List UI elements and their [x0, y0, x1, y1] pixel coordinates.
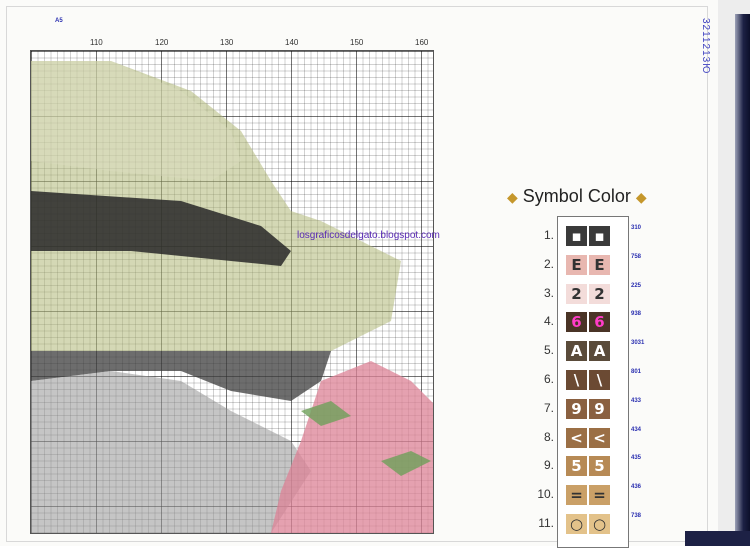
legend-row: 2. E E 758 [544, 252, 641, 280]
floss-code: 225 [631, 282, 642, 289]
swatch-symbol: 9 [589, 398, 610, 419]
color-swatch: = = [565, 484, 611, 506]
swatch-symbol: ○ [566, 514, 587, 534]
floss-code: 310 [631, 225, 642, 231]
color-swatch: ○ ○ [565, 513, 611, 535]
swatch-symbol: \ [566, 370, 587, 390]
binding-corner [685, 531, 750, 546]
legend-number: 6. [543, 372, 554, 386]
legend-row: 9. 5 5 435 [544, 453, 641, 481]
swatch-symbol: E [589, 254, 610, 275]
swatch-symbol: ▪ [566, 226, 587, 246]
watermark-link[interactable]: losgraficosdelgato.blogspot.com [297, 230, 440, 241]
swatch-symbol: ▪ [589, 226, 610, 246]
legend-number: 4. [543, 314, 554, 329]
legend-number: 8. [543, 429, 554, 444]
pattern-artwork [31, 61, 433, 533]
swatch-symbol: < [566, 427, 587, 448]
swatch-symbol: ○ [589, 514, 610, 534]
legend-row: 4. 6 6 938 [544, 309, 641, 337]
swatch-symbol: 5 [566, 456, 587, 477]
floss-code: 3031 [631, 340, 645, 347]
legend-row: 6. \ \ 801 [544, 367, 641, 395]
legend-number: 10. [537, 487, 554, 502]
legend-number: 7. [543, 400, 554, 415]
legend-title-text: Symbol Color [522, 186, 631, 206]
legend-row: 11. ○ ○ 738 [538, 511, 641, 539]
vertical-code: 3211213Ю [700, 18, 711, 75]
floss-code: 738 [631, 513, 642, 519]
swatch-symbol: E [566, 254, 587, 275]
legend-number: 1. [543, 228, 554, 242]
column-label: 140 [285, 38, 299, 47]
swatch-symbol: 5 [589, 456, 610, 477]
swatch-symbol: 2 [589, 283, 610, 304]
symbol-legend: 1. ▪ ▪ 310 2. E E 758 3. 2 2 225 4. 6 6 938 5. A A 3031 6. \ \… [537, 216, 644, 548]
legend-row: 8. < <434 [544, 425, 641, 453]
color-swatch: 55 [565, 455, 611, 477]
color-swatch: EE [565, 254, 611, 276]
column-label: 160 [415, 38, 429, 47]
legend-row: 10. = = 436 [537, 482, 641, 510]
floss-code: 436 [631, 484, 642, 491]
floss-code: 801 [631, 369, 642, 375]
legend-number: 5. [543, 343, 554, 358]
swatch-symbol: A [589, 341, 610, 362]
swatch-symbol: 2 [566, 283, 587, 304]
column-label: 130 [220, 38, 234, 47]
diamond-icon: ◆ [635, 189, 647, 205]
hat-top-region [31, 61, 241, 181]
legend-row: 7. 9 9 433 [544, 396, 641, 424]
color-swatch: 66 [565, 311, 611, 333]
floss-code: 433 [631, 397, 642, 404]
color-swatch: 22 [565, 283, 611, 305]
column-label: 150 [350, 38, 364, 47]
legend-number: 11. [538, 516, 554, 530]
color-swatch: AA [565, 340, 611, 362]
color-swatch: 99 [565, 398, 611, 420]
legend-number: 3. [543, 285, 554, 300]
color-swatch: ▪ ▪ [565, 225, 611, 247]
column-label: 120 [155, 38, 169, 47]
swatch-symbol: < [589, 427, 610, 448]
swatch-symbol: \ [589, 370, 610, 390]
floss-code: 435 [631, 455, 642, 462]
swatch-symbol: 6 [566, 312, 587, 333]
legend-title: ◆ Symbol Color ◆ [507, 186, 647, 207]
swatch-symbol: = [566, 485, 587, 506]
color-swatch: < < [565, 427, 611, 449]
diamond-icon: ◆ [507, 189, 518, 205]
legend-row: 3. 2 2 225 [544, 281, 641, 309]
swatch-symbol: 9 [566, 398, 587, 419]
swatch-symbol: A [566, 341, 587, 362]
page-code-top: A5 [55, 18, 63, 24]
floss-code: 758 [631, 253, 642, 260]
swatch-symbol: 6 [589, 312, 610, 333]
swatch-symbol: = [589, 485, 610, 506]
floss-code: 938 [631, 311, 642, 318]
legend-number: 2. [543, 256, 554, 271]
legend-row: 1. ▪ ▪ 310 [544, 223, 641, 251]
binding-edge [735, 14, 750, 546]
floss-code: 434 [631, 426, 642, 433]
cross-stitch-grid [30, 50, 434, 534]
color-swatch: \ \ [565, 369, 611, 391]
legend-number: 9. [543, 458, 554, 473]
legend-row: 5. A A 3031 [544, 338, 644, 366]
column-label: 110 [90, 38, 103, 47]
